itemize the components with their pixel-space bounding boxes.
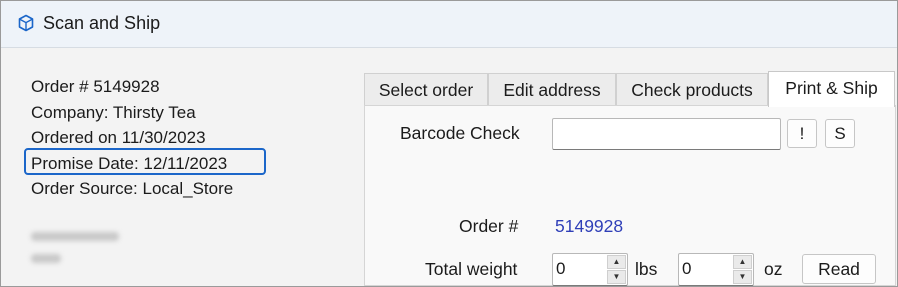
oz-stepper-arrows: ▲ ▼ (733, 255, 752, 284)
exclaim-button[interactable]: ! (787, 119, 817, 148)
lbs-stepper[interactable]: 0 ▲ ▼ (552, 253, 628, 286)
order-number-text: Order # 5149928 (31, 77, 160, 96)
print-ship-panel: Barcode Check ! S Order # 5149928 Total … (364, 105, 896, 286)
tab-check-products[interactable]: Check products (616, 73, 768, 105)
lbs-value: 0 (556, 259, 566, 278)
tab-select-order[interactable]: Select order (364, 73, 488, 105)
window-title: Scan and Ship (43, 13, 161, 33)
redacted-line (31, 254, 61, 263)
oz-unit-label: oz (764, 259, 783, 279)
s-button[interactable]: S (825, 119, 855, 148)
promise-date-highlight (24, 148, 266, 175)
read-button[interactable]: Read (802, 254, 876, 284)
barcode-input[interactable] (552, 118, 781, 150)
barcode-check-label: Barcode Check (400, 123, 520, 143)
oz-up-arrow-icon[interactable]: ▲ (733, 255, 752, 269)
oz-value: 0 (682, 259, 692, 278)
order-source-text: Order Source: Local_Store (31, 179, 234, 198)
redacted-line (31, 232, 119, 241)
order-label: Order # (459, 216, 519, 236)
lbs-up-arrow-icon[interactable]: ▲ (607, 255, 626, 269)
app-cube-icon (18, 14, 34, 32)
order-value: 5149928 (555, 216, 624, 236)
order-info-panel: Order # 5149928 Company: Thirsty Tea Ord… (31, 74, 233, 202)
main-content: Order # 5149928 Company: Thirsty Tea Ord… (1, 48, 897, 286)
company-text: Company: Thirsty Tea (31, 102, 196, 122)
tab-print-ship[interactable]: Print & Ship (768, 71, 895, 107)
tab-edit-address[interactable]: Edit address (488, 73, 616, 105)
lbs-unit-label: lbs (635, 259, 658, 279)
lbs-stepper-arrows: ▲ ▼ (607, 255, 626, 284)
app-window: Scan and Ship Order # 5149928 Company: T… (0, 0, 898, 287)
redacted-text (31, 232, 119, 276)
lbs-down-arrow-icon[interactable]: ▼ (607, 270, 626, 284)
total-weight-label: Total weight (425, 259, 518, 279)
ordered-on-text: Ordered on 11/30/2023 (31, 128, 206, 147)
oz-down-arrow-icon[interactable]: ▼ (733, 270, 752, 284)
oz-stepper[interactable]: 0 ▲ ▼ (678, 253, 754, 286)
title-bar: Scan and Ship (1, 1, 897, 48)
